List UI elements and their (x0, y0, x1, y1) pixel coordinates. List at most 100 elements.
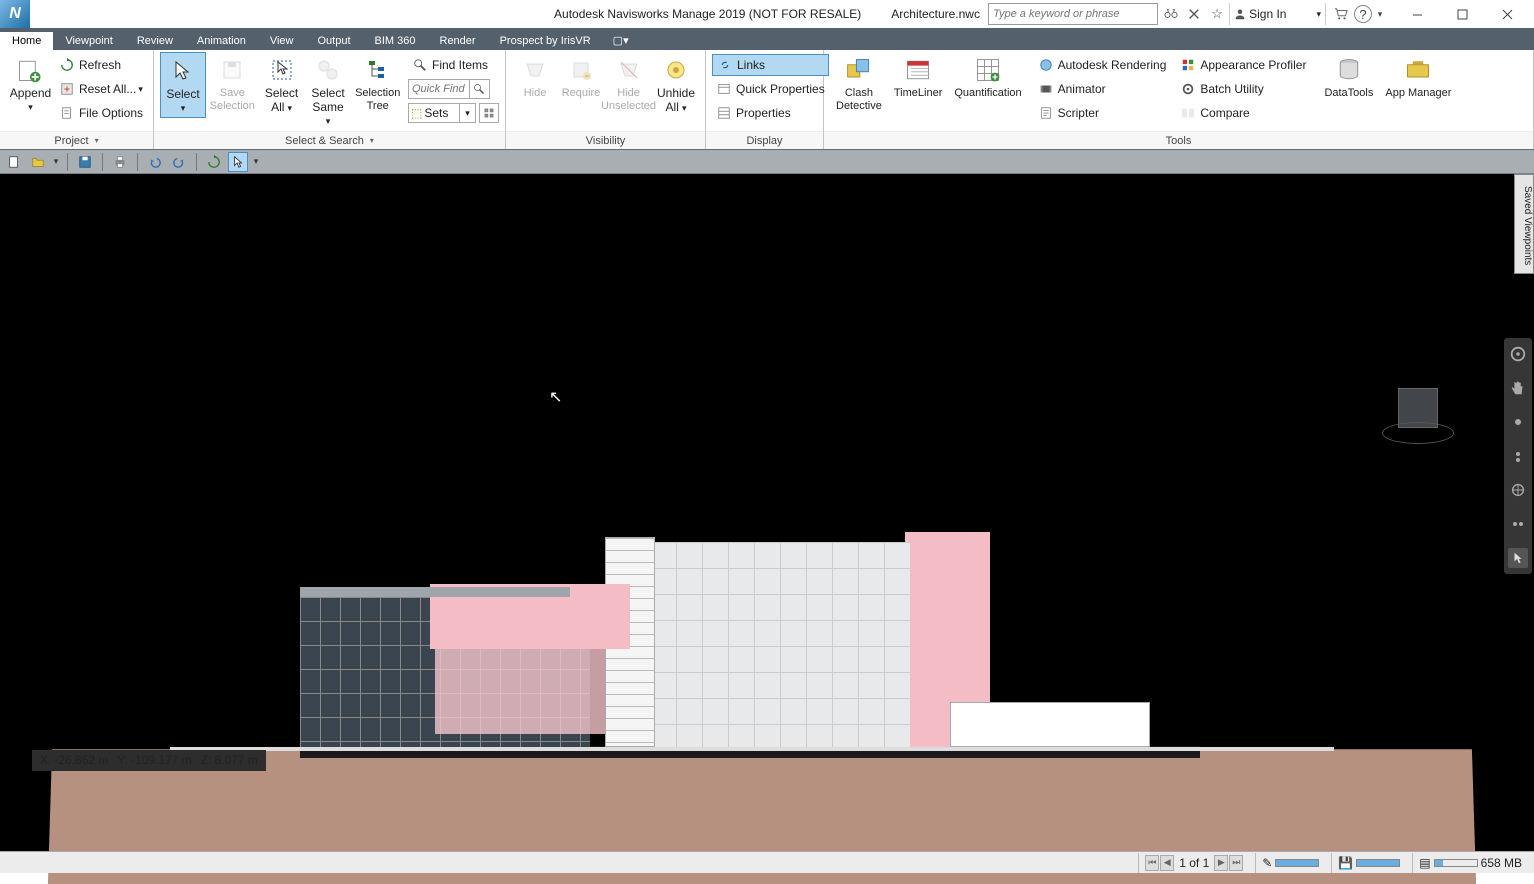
animator-button[interactable]: Animator (1034, 78, 1171, 100)
select-button[interactable]: Select▾ (160, 52, 206, 118)
tab-output[interactable]: Output (306, 32, 363, 50)
autodesk-rendering-icon (1038, 57, 1054, 73)
unhide-all-button[interactable]: UnhideAll ▾ (653, 52, 699, 117)
view-cube[interactable] (1382, 384, 1454, 448)
close-button[interactable] (1485, 0, 1530, 28)
fly-tool-icon[interactable] (1508, 514, 1528, 534)
maximize-button[interactable] (1440, 0, 1485, 28)
binoculars-icon[interactable] (1161, 3, 1181, 25)
scripter-icon (1038, 105, 1054, 121)
clash-detective-button[interactable]: ClashDetective (830, 52, 888, 115)
tab-view[interactable]: View (258, 32, 306, 50)
exchange-icon[interactable] (1184, 3, 1204, 25)
orbit-tool-icon[interactable] (1508, 344, 1528, 364)
panel-select-search-label[interactable]: Select & Search (154, 131, 505, 149)
viewport[interactable]: ↖ X: -26.862 m Y: -109.177 m Z: 8.077 m (0, 174, 1534, 851)
appearance-profiler-button[interactable]: Appearance Profiler (1176, 54, 1310, 76)
qat-refresh-icon[interactable] (204, 152, 224, 172)
tab-review[interactable]: Review (125, 32, 185, 50)
quantification-icon (972, 54, 1004, 86)
animator-icon (1038, 81, 1054, 97)
tab-extra-toggle[interactable]: ▢▾ (603, 31, 639, 50)
zoom-tool-icon[interactable] (1508, 412, 1528, 432)
ribbon: Append▾ Refresh Reset All...▾ File Optio… (0, 50, 1534, 150)
sets-dropdown-arrow[interactable]: ▾ (460, 103, 476, 123)
select-all-button[interactable]: SelectAll ▾ (259, 52, 305, 117)
tab-viewpoint[interactable]: Viewpoint (53, 32, 125, 50)
qat-open-icon[interactable] (28, 152, 48, 172)
save-selection-button: SaveSelection (206, 52, 259, 115)
app-logo[interactable]: N (0, 0, 30, 28)
star-icon[interactable]: ☆ (1207, 3, 1227, 25)
select-tool-icon[interactable] (1508, 548, 1528, 568)
search-input[interactable] (988, 3, 1158, 25)
quick-properties-button[interactable]: Quick Properties (712, 78, 829, 100)
tab-render[interactable]: Render (428, 32, 488, 50)
qat-select-dropdown[interactable]: ▾ (252, 152, 260, 172)
minimize-button[interactable] (1395, 0, 1440, 28)
refresh-button[interactable]: Refresh (55, 54, 147, 76)
autodesk-rendering-button[interactable]: Autodesk Rendering (1034, 54, 1171, 76)
append-button[interactable]: Append▾ (6, 52, 55, 116)
qat-redo-icon[interactable] (169, 152, 189, 172)
ribbon-tabs: Home Viewpoint Review Animation View Out… (0, 28, 1534, 50)
batch-utility-button[interactable]: Batch Utility (1176, 78, 1310, 100)
app-manager-button[interactable]: App Manager (1379, 52, 1457, 102)
qat-save-icon[interactable] (75, 152, 95, 172)
require-button: Require (558, 52, 604, 102)
find-items-icon (412, 57, 428, 73)
cart-icon[interactable] (1331, 3, 1351, 25)
help-dropdown-icon[interactable]: ▾ (1375, 3, 1385, 25)
help-icon[interactable]: ? (1354, 5, 1372, 23)
links-button[interactable]: Links (712, 54, 829, 76)
reset-all-button[interactable]: Reset All...▾ (55, 78, 147, 100)
timeliner-button[interactable]: TimeLiner (888, 52, 949, 102)
sets-manage-button[interactable] (479, 103, 499, 123)
selection-tree-icon (362, 54, 394, 86)
append-icon (14, 54, 46, 86)
walk-tool-icon[interactable] (1508, 480, 1528, 500)
sets-dropdown[interactable]: ⬚Sets (408, 103, 460, 123)
scripter-button[interactable]: Scripter (1034, 102, 1171, 124)
pager-prev-button[interactable]: ◀ (1160, 855, 1174, 871)
quantification-button[interactable]: Quantification (948, 52, 1027, 102)
qat-open-dropdown[interactable]: ▾ (52, 152, 60, 172)
file-options-icon (59, 105, 75, 121)
coordinates-readout: X: -26.862 m Y: -109.177 m Z: 8.077 m (32, 750, 266, 771)
look-tool-icon[interactable] (1508, 446, 1528, 466)
panel-visibility-label: Visibility (506, 131, 705, 149)
unhide-all-icon (660, 54, 692, 86)
qat-print-icon[interactable] (110, 152, 130, 172)
clash-detective-icon (843, 54, 875, 86)
pager-last-button[interactable]: ⏭ (1229, 855, 1243, 871)
pager-first-button[interactable]: ⏮ (1145, 855, 1159, 871)
panel-project-label[interactable]: Project (0, 131, 153, 149)
disk-progress: 💾 (1331, 853, 1406, 873)
cursor-icon: ↖ (549, 387, 562, 407)
tab-home[interactable]: Home (0, 32, 53, 50)
navigation-bar (1504, 338, 1532, 574)
tab-bim360[interactable]: BIM 360 (363, 32, 428, 50)
find-items-button[interactable]: Find Items (408, 54, 499, 76)
model-view (30, 504, 1494, 884)
hide-button: Hide (512, 52, 558, 102)
pan-tool-icon[interactable] (1508, 378, 1528, 398)
pager-next-button[interactable]: ▶ (1214, 855, 1228, 871)
sign-in-button[interactable]: Sign In ▾ (1229, 3, 1326, 25)
tab-animation[interactable]: Animation (185, 32, 258, 50)
page-indicator: 1 of 1 (1175, 856, 1213, 870)
selection-tree-button[interactable]: SelectionTree (351, 52, 404, 115)
properties-button[interactable]: Properties (712, 102, 829, 124)
quick-find-input[interactable] (408, 79, 470, 99)
datatools-button[interactable]: DataTools (1318, 52, 1379, 102)
file-options-button[interactable]: File Options (55, 102, 147, 124)
qat-undo-icon[interactable] (145, 152, 165, 172)
links-icon (717, 57, 733, 73)
tab-prospect[interactable]: Prospect by IrisVR (488, 32, 603, 50)
qat-select-icon[interactable] (228, 152, 248, 172)
qat-new-icon[interactable] (4, 152, 24, 172)
memory-icon: ▤ (1419, 856, 1430, 870)
require-icon (565, 54, 597, 86)
quick-find-go-button[interactable] (470, 79, 490, 99)
saved-viewpoints-tab[interactable]: Saved Viewpoints (1514, 174, 1534, 274)
